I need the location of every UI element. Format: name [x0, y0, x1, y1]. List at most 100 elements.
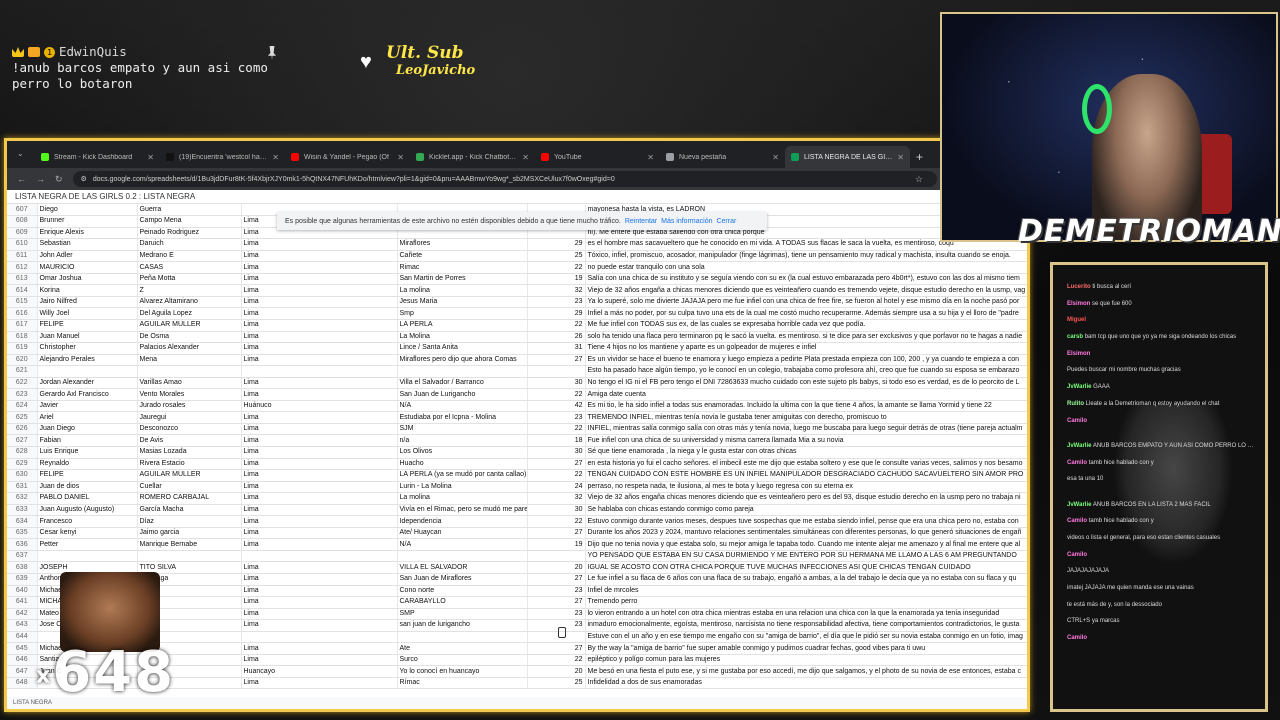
tab-close-icon[interactable]: ✕ [647, 153, 654, 162]
age-cell[interactable]: 42 [527, 400, 586, 413]
browser-tab[interactable]: YouTube ✕ [535, 146, 660, 168]
city-cell[interactable]: Huancayo [241, 665, 398, 678]
description-cell[interactable]: Esto ha pasado hace algún tiempo, yo le … [585, 365, 1027, 378]
district-cell[interactable]: LA PERLA (ya se mudó por canta callao) [397, 469, 528, 482]
age-cell[interactable]: 22 [527, 469, 586, 482]
description-cell[interactable]: Tiene 4 hijos no los mantiene y aparte e… [585, 342, 1027, 355]
tab-close-icon[interactable]: ✕ [147, 153, 154, 162]
district-cell[interactable]: Smp [397, 307, 528, 320]
age-cell[interactable]: 22 [527, 261, 586, 274]
city-cell[interactable] [241, 550, 398, 563]
chat-username[interactable]: Camilo [1067, 418, 1087, 424]
district-cell[interactable]: SMP [397, 608, 528, 621]
city-cell[interactable]: Lima [241, 492, 398, 505]
row-number[interactable]: 630 [7, 469, 38, 482]
district-cell[interactable]: Lurin - La Molina [397, 481, 528, 494]
last-name-cell[interactable]: AGUILAR MÜLLER [137, 469, 242, 482]
row-number[interactable]: 634 [7, 515, 38, 528]
district-cell[interactable]: N/A [397, 538, 528, 551]
city-cell[interactable]: Lima [241, 642, 398, 655]
district-cell[interactable]: Rimac [397, 261, 528, 274]
city-cell[interactable]: Lima [241, 504, 398, 517]
description-cell[interactable]: Me fue infiel con TODAS sus ex, de las c… [585, 319, 1027, 332]
browser-tab[interactable]: Kicklet.app - Kick Chatbot and ✕ [410, 146, 535, 168]
city-cell[interactable]: Lima [241, 273, 398, 286]
last-name-cell[interactable]: De Avis [137, 434, 242, 447]
district-cell[interactable]: SJM [397, 423, 528, 436]
row-number[interactable]: 612 [7, 261, 38, 274]
description-cell[interactable]: no puede estar tranquilo con una sola [585, 261, 1027, 274]
more-info-link[interactable]: Más información [661, 218, 712, 225]
district-cell[interactable] [397, 631, 528, 644]
first-name-cell[interactable]: Petter [37, 538, 138, 551]
city-cell[interactable]: Lima [241, 434, 398, 447]
district-cell[interactable]: Villa el Salvador / Barranco [397, 377, 528, 390]
last-name-cell[interactable]: Peña Motta [137, 273, 242, 286]
district-cell[interactable]: Los Olivos [397, 446, 528, 459]
city-cell[interactable]: Lima [241, 458, 398, 471]
city-cell[interactable]: Lima [241, 342, 398, 355]
row-number[interactable]: 616 [7, 307, 38, 320]
age-cell[interactable]: 20 [527, 561, 586, 574]
row-number[interactable]: 622 [7, 377, 38, 390]
first-name-cell[interactable]: FELIPE [37, 469, 138, 482]
age-cell[interactable]: 31 [527, 342, 586, 355]
first-name-cell[interactable]: John Adler [37, 250, 138, 263]
last-name-cell[interactable]: Vento Morales [137, 388, 242, 401]
description-cell[interactable]: TREMENDO INFIEL, mientras tenía novia le… [585, 411, 1027, 424]
row-number[interactable]: 615 [7, 296, 38, 309]
description-cell[interactable]: Se hablaba con chicas estando conmigo co… [585, 504, 1027, 517]
age-cell[interactable]: 18 [527, 434, 586, 447]
age-cell[interactable]: 20 [527, 665, 586, 678]
chat-username[interactable]: Miguel [1067, 317, 1086, 323]
description-cell[interactable]: Infiel de mrcoles [585, 585, 1027, 598]
description-cell[interactable]: Es un vividor se hace el bueno te enamor… [585, 354, 1027, 367]
city-cell[interactable]: Lima [241, 388, 398, 401]
row-number[interactable]: 610 [7, 238, 38, 251]
city-cell[interactable]: Lima [241, 608, 398, 621]
district-cell[interactable]: Huacho [397, 458, 528, 471]
age-cell[interactable]: 23 [527, 619, 586, 632]
first-name-cell[interactable]: Francesco [37, 515, 138, 528]
description-cell[interactable]: Es mi tio, le ha sido infiel a todas sus… [585, 400, 1027, 413]
first-name-cell[interactable]: MAURICIO [37, 261, 138, 274]
last-name-cell[interactable]: ROMERO CARBAJAL [137, 492, 242, 505]
tab-close-icon[interactable]: ✕ [272, 153, 279, 162]
row-number[interactable]: 646 [7, 654, 38, 667]
browser-tab[interactable]: LISTA NEGRA DE LAS GIRLS 0.2 ✕ [785, 146, 910, 168]
last-name-cell[interactable]: Del Aguila Lopez [137, 307, 242, 320]
city-cell[interactable]: Lima [241, 585, 398, 598]
last-name-cell[interactable]: Jaimo garcia [137, 527, 242, 540]
age-cell[interactable]: 32 [527, 284, 586, 297]
district-cell[interactable]: Lince / Santa Anita [397, 342, 528, 355]
row-number[interactable]: 617 [7, 319, 38, 332]
last-name-cell[interactable]: Z [137, 284, 242, 297]
last-name-cell[interactable] [137, 365, 242, 378]
city-cell[interactable]: Lima [241, 481, 398, 494]
age-cell[interactable]: 23 [527, 585, 586, 598]
last-name-cell[interactable] [137, 550, 242, 563]
age-cell[interactable]: 23 [527, 296, 586, 309]
first-name-cell[interactable]: Alejandro Perales [37, 354, 138, 367]
city-cell[interactable]: Lima [241, 596, 398, 609]
description-cell[interactable]: Tóxico, infiel, promiscuo, acosador, man… [585, 250, 1027, 263]
age-cell[interactable]: 19 [527, 273, 586, 286]
row-number[interactable]: 632 [7, 492, 38, 505]
row-number[interactable]: 640 [7, 585, 38, 598]
age-cell[interactable]: 29 [527, 238, 586, 251]
chat-username[interactable]: Lucerito [1067, 284, 1091, 290]
tab-close-icon[interactable]: ✕ [772, 153, 779, 162]
description-cell[interactable]: Ya lo superé, solo me divierte JAJAJA pe… [585, 296, 1027, 309]
description-cell[interactable]: epiléptico y polígo comun para las mujer… [585, 654, 1027, 667]
description-cell[interactable]: INFIEL, mientras salía conmigo salía con… [585, 423, 1027, 436]
last-name-cell[interactable]: De Osma [137, 331, 242, 344]
description-cell[interactable]: perraso, no respeta nada, te ilusiona, a… [585, 481, 1027, 494]
row-number[interactable]: 637 [7, 550, 38, 563]
city-cell[interactable]: Lima [241, 354, 398, 367]
tab-close-icon[interactable]: ✕ [522, 153, 529, 162]
description-cell[interactable]: Tremendo perro [585, 596, 1027, 609]
district-cell[interactable]: Ate/ Huaycan [397, 527, 528, 540]
first-name-cell[interactable]: Diego [37, 204, 138, 217]
age-cell[interactable]: 27 [527, 573, 586, 586]
chat-username[interactable]: Camilo [1067, 552, 1087, 558]
